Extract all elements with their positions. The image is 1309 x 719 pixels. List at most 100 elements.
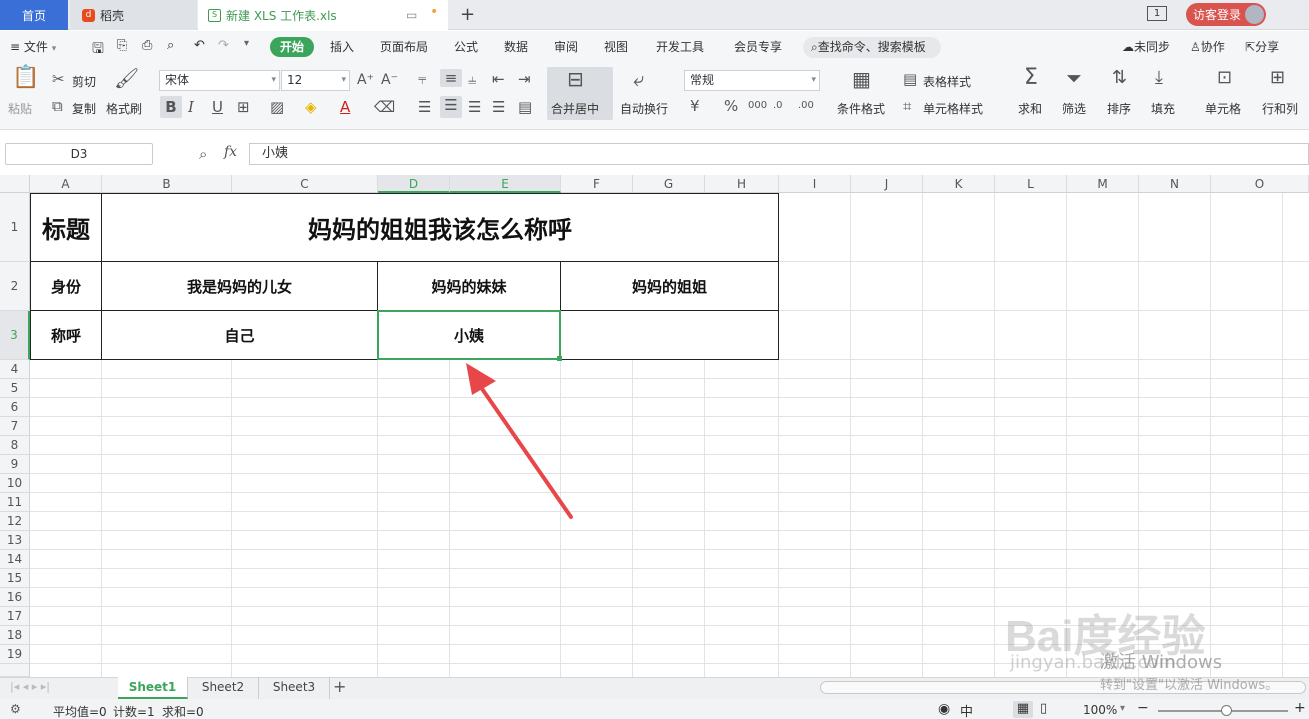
row-header-13[interactable]: 13 <box>0 531 30 550</box>
row-header-16[interactable]: 16 <box>0 588 30 607</box>
zoom-slider-thumb[interactable] <box>1221 705 1232 716</box>
merge-center-button[interactable]: ⊟ 合并居中 <box>547 67 613 120</box>
col-header-l[interactable]: L <box>995 175 1067 193</box>
highlight-icon[interactable]: ◈ <box>305 98 317 116</box>
zoom-out-icon[interactable]: − <box>1137 700 1149 716</box>
page-view-icon[interactable]: ▯ <box>1040 701 1047 716</box>
row-header-6[interactable]: 6 <box>0 398 30 417</box>
collab-button[interactable]: ♙协作 <box>1190 38 1225 55</box>
cell-f3[interactable] <box>560 310 779 360</box>
row-header-4[interactable]: 4 <box>0 360 30 379</box>
font-color-icon[interactable]: A <box>340 98 350 116</box>
format-painter-button[interactable]: 格式刷 <box>106 100 142 117</box>
cell-d2[interactable]: 妈妈的妹妹 <box>377 261 561 311</box>
align-bottom-icon[interactable]: ⫨ <box>468 70 476 88</box>
currency-icon[interactable]: ¥ <box>690 97 700 115</box>
font-grow-icon[interactable]: A⁺ <box>357 71 374 89</box>
cell-fill-icon[interactable]: ▨ <box>270 98 284 116</box>
preview-icon[interactable]: ⌕ <box>167 38 174 53</box>
align-top-icon[interactable]: ⫧ <box>418 70 426 88</box>
fx-icon[interactable]: fx <box>224 144 237 160</box>
row-header-1[interactable]: 1 <box>0 193 30 262</box>
row-header-18[interactable]: 18 <box>0 626 30 645</box>
cell-style-button[interactable]: 单元格样式 <box>923 100 983 117</box>
sheet-tab-1[interactable]: Sheet1 <box>118 677 188 699</box>
zoom-chevron-icon[interactable]: ▾ <box>1120 703 1125 714</box>
sort-button[interactable]: 排序 <box>1107 100 1131 117</box>
row-header-17[interactable]: 17 <box>0 607 30 626</box>
redo-icon[interactable]: ↷ <box>218 38 229 53</box>
row-header-5[interactable]: 5 <box>0 379 30 398</box>
underline-button[interactable]: U <box>212 98 223 116</box>
decrease-decimal-icon[interactable]: .00 <box>798 97 814 115</box>
row-header-15[interactable]: 15 <box>0 569 30 588</box>
undo-icon[interactable]: ↶ <box>194 38 205 53</box>
italic-button[interactable]: I <box>188 98 194 116</box>
row-header-10[interactable]: 10 <box>0 474 30 493</box>
zoom-in-icon[interactable]: + <box>1294 700 1306 716</box>
col-header-e[interactable]: E <box>450 175 561 193</box>
input-method-icon[interactable]: 中 <box>960 701 973 719</box>
percent-icon[interactable]: % <box>724 97 738 115</box>
cell-f2[interactable]: 妈妈的姐姐 <box>560 261 779 311</box>
wrap-text-button[interactable]: 自动换行 <box>620 100 668 117</box>
row-col-button[interactable]: 行和列 <box>1262 100 1298 117</box>
col-header-k[interactable]: K <box>923 175 995 193</box>
visitor-login-button[interactable]: 访客登录 <box>1186 3 1266 26</box>
formula-input[interactable]: 小姨 <box>249 143 1309 165</box>
menu-member[interactable]: 会员专享 <box>734 38 782 55</box>
filter-button[interactable]: 筛选 <box>1062 100 1086 117</box>
table-style-button[interactable]: 表格样式 <box>923 73 971 90</box>
col-header-a[interactable]: A <box>30 175 102 193</box>
menu-view[interactable]: 视图 <box>604 38 628 55</box>
name-box[interactable]: D3 <box>5 143 153 165</box>
export-icon[interactable]: ⎘ <box>117 38 127 53</box>
cell-b2[interactable]: 我是妈妈的儿女 <box>101 261 378 311</box>
copy-button[interactable]: 复制 <box>72 100 96 117</box>
row-header-14[interactable]: 14 <box>0 550 30 569</box>
col-header-j[interactable]: J <box>851 175 923 193</box>
distributed-icon[interactable]: ▤ <box>518 98 532 116</box>
thousands-icon[interactable]: 000 <box>748 97 767 115</box>
indent-increase-icon[interactable]: ⇥ <box>518 70 531 88</box>
increase-decimal-icon[interactable]: .0 <box>773 97 783 115</box>
row-header-9[interactable]: 9 <box>0 455 30 474</box>
sum-button[interactable]: 求和 <box>1018 100 1042 117</box>
save-icon[interactable]: 🖫 <box>92 38 104 62</box>
font-name-select[interactable]: 宋体 <box>159 70 280 91</box>
menu-developer[interactable]: 开发工具 <box>656 38 704 55</box>
sheet-nav-icon[interactable]: |◂ ◂ ▸ ▸| <box>10 680 50 693</box>
col-header-g[interactable]: G <box>633 175 705 193</box>
cell-button[interactable]: 单元格 <box>1205 100 1241 117</box>
font-shrink-icon[interactable]: A⁻ <box>381 71 398 89</box>
row-header-8[interactable]: 8 <box>0 436 30 455</box>
col-header-i[interactable]: I <box>779 175 851 193</box>
sheet-tab-3[interactable]: Sheet3 <box>259 677 330 699</box>
menu-insert[interactable]: 插入 <box>330 38 354 55</box>
col-header-m[interactable]: M <box>1067 175 1139 193</box>
monitor-icon[interactable]: ▭ <box>406 8 417 22</box>
row-header-19[interactable]: 19 <box>0 645 30 664</box>
window-count-icon[interactable]: 1 <box>1147 6 1167 21</box>
tab-file[interactable]: S 新建 XLS 工作表.xls ▭ • <box>198 0 448 30</box>
menu-formula[interactable]: 公式 <box>454 38 478 55</box>
eraser-icon[interactable]: ⌫ <box>374 98 395 116</box>
indent-decrease-icon[interactable]: ⇤ <box>492 70 505 88</box>
sync-status[interactable]: ☁未同步 <box>1122 38 1170 55</box>
col-header-b[interactable]: B <box>102 175 232 193</box>
cell-b1-merged-title[interactable]: 妈妈的姐姐我该怎么称呼 <box>101 193 779 262</box>
cell-a2[interactable]: 身份 <box>30 261 102 311</box>
tab-home[interactable]: 首页 <box>0 0 68 30</box>
col-header-f[interactable]: F <box>561 175 633 193</box>
font-size-select[interactable]: 12 <box>281 70 350 91</box>
col-header-c[interactable]: C <box>232 175 378 193</box>
command-search-input[interactable]: ⌕查找命令、搜索模板 <box>803 37 941 58</box>
border-icon[interactable]: ⊞ <box>237 98 250 116</box>
row-header-12[interactable]: 12 <box>0 512 30 531</box>
fill-button[interactable]: 填充 <box>1151 100 1175 117</box>
eye-protect-icon[interactable]: ◉ <box>938 701 950 717</box>
share-button[interactable]: ⇱分享 <box>1245 38 1279 55</box>
cell-a3[interactable]: 称呼 <box>30 310 102 360</box>
new-tab-button[interactable]: + <box>460 4 475 25</box>
paste-icon[interactable]: 📋 <box>12 67 39 89</box>
